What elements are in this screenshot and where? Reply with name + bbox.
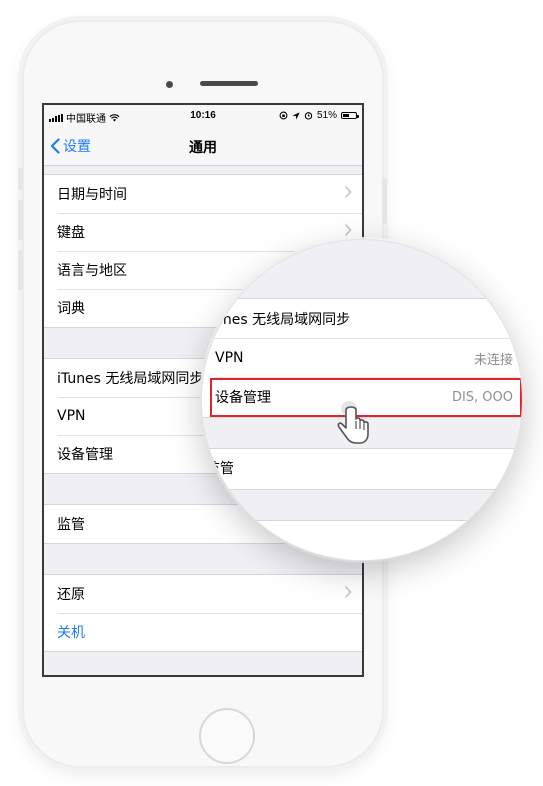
orientation-lock-icon <box>279 111 288 120</box>
status-bar: 中国联通 10:16 51% <box>44 105 362 127</box>
chevron-right-icon <box>344 585 352 599</box>
alarm-icon <box>304 112 313 120</box>
row-label: 语言与地区 <box>57 263 127 279</box>
navigation-bar: 设置 通用 <box>44 127 362 166</box>
magnified-row-itunes[interactable]: unes 无线局域网同步 <box>202 299 522 339</box>
row-label: unes 无线局域网同步 <box>214 312 351 328</box>
row-label: 设备管理 <box>57 447 113 463</box>
volume-down-button <box>18 250 23 290</box>
volume-up-button <box>18 200 23 240</box>
row-label: VPN <box>57 408 86 424</box>
magnifier-content: unes 无线局域网同步 VPN 未连接 设备管理 DIS, OOO 监管 <box>202 240 522 560</box>
section-gap <box>44 166 362 174</box>
location-arrow-icon <box>292 111 300 120</box>
chevron-right-icon <box>344 223 352 237</box>
magnified-row-supervision[interactable]: 监管 <box>202 448 522 488</box>
settings-group-4: 还原 关机 <box>44 574 362 652</box>
row-label: 关机 <box>57 625 85 641</box>
row-date-time[interactable]: 日期与时间 <box>44 175 362 213</box>
battery-icon <box>341 112 359 119</box>
row-label: 监管 <box>57 517 85 533</box>
earpiece-speaker <box>200 81 258 86</box>
status-right: 51% <box>279 110 359 121</box>
magnified-row-vpn[interactable]: VPN 未连接 <box>202 338 522 378</box>
vpn-status-value: 未连接 <box>473 352 513 368</box>
battery-percentage: 51% <box>316 110 337 121</box>
pointing-hand-icon <box>337 401 369 444</box>
row-label: 日期与时间 <box>57 187 127 203</box>
magnified-group <box>202 520 522 560</box>
mute-switch <box>18 168 23 190</box>
row-label: 键盘 <box>57 225 85 241</box>
magnifier-callout: unes 无线局域网同步 VPN 未连接 设备管理 DIS, OOO 监管 <box>201 239 523 561</box>
row-shutdown[interactable]: 关机 <box>44 613 362 651</box>
canvas: 中国联通 10:16 51% 设置 通用 日期与时间 键盘 语言与地区 词典 i… <box>0 0 543 786</box>
row-label: VPN <box>215 350 244 366</box>
power-button <box>382 178 387 224</box>
home-button[interactable] <box>199 708 255 764</box>
row-label: 还原 <box>57 587 85 603</box>
front-camera <box>166 81 173 88</box>
row-reset[interactable]: 还原 <box>44 575 362 613</box>
row-label: 词典 <box>57 301 85 317</box>
row-label: iTunes 无线局域网同步 <box>57 371 204 387</box>
page-title: 通用 <box>189 140 217 156</box>
chevron-right-icon <box>344 185 352 199</box>
row-label: 监管 <box>206 461 234 477</box>
